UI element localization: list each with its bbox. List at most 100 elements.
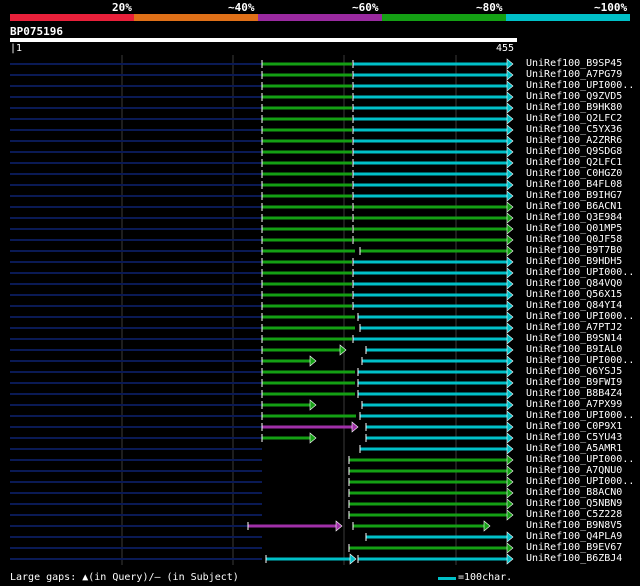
- hit-label[interactable]: UniRef100_UPI000..: [526, 476, 634, 487]
- hit-label[interactable]: UniRef100_Q4PLA9: [526, 531, 622, 542]
- identity-color-legend: 20% ~40% ~60% ~80% ~100%: [0, 0, 640, 24]
- hit-label[interactable]: UniRef100_Q01MP5: [526, 223, 622, 234]
- segment-arrow: [506, 190, 514, 202]
- hit-label[interactable]: UniRef100_Q5NBN9: [526, 498, 622, 509]
- hit-label[interactable]: UniRef100_B9IHG7: [526, 190, 622, 201]
- gaps-legend-note: Large gaps: ▲(in Query)/‒ (in Subject): [10, 572, 239, 583]
- hit-label[interactable]: UniRef100_B9T7B0: [526, 245, 622, 256]
- hit-label[interactable]: UniRef100_A7QNU0: [526, 465, 622, 476]
- hit-label[interactable]: UniRef100_A7PTJ2: [526, 322, 622, 333]
- segment-arrow: [506, 443, 514, 455]
- hit-label[interactable]: UniRef100_B8ACN0: [526, 487, 622, 498]
- hit-label[interactable]: UniRef100_A7PX99: [526, 399, 622, 410]
- hit-label[interactable]: UniRef100_UPI000..: [526, 311, 634, 322]
- segment-arrow: [506, 289, 514, 301]
- hit-label[interactable]: UniRef100_B9HK80: [526, 102, 622, 113]
- segment-arrow: [506, 113, 514, 125]
- segment-arrow: [506, 366, 514, 378]
- segment-arrow: [506, 300, 514, 312]
- ruler-start-value: 1: [16, 43, 23, 54]
- segment-arrow: [506, 80, 514, 92]
- hit-label[interactable]: UniRef100_B9SN14: [526, 333, 622, 344]
- segment-arrow: [506, 135, 514, 147]
- scale-note: =100char.: [458, 572, 513, 583]
- segment-arrow: [506, 168, 514, 180]
- segment-arrow: [506, 355, 514, 367]
- hit-label[interactable]: UniRef100_Q56X15: [526, 289, 622, 300]
- legend-label-100: ~100%: [594, 1, 628, 14]
- hit-label[interactable]: UniRef100_A2ZRR6: [526, 135, 622, 146]
- hit-label[interactable]: UniRef100_Q6YSJ5: [526, 366, 622, 377]
- legend-segment-red: [10, 14, 134, 21]
- segment-arrow: [506, 454, 514, 466]
- hit-label[interactable]: UniRef100_C0P9X1: [526, 421, 622, 432]
- hit-label[interactable]: UniRef100_UPI000..: [526, 355, 634, 366]
- hit-label[interactable]: UniRef100_Q3E984: [526, 212, 622, 223]
- hit-label[interactable]: UniRef100_B9HDH5: [526, 256, 622, 267]
- hit-label[interactable]: UniRef100_Q2LFC1: [526, 157, 622, 168]
- hit-label[interactable]: UniRef100_C5YU43: [526, 432, 622, 443]
- segment-arrow: [506, 553, 514, 565]
- segment-arrow: [506, 531, 514, 543]
- segment-arrow: [506, 509, 514, 521]
- segment-arrow: [506, 410, 514, 422]
- segment-arrow: [506, 256, 514, 268]
- hit-label[interactable]: UniRef100_UPI000..: [526, 80, 634, 91]
- legend-segment-purple: [258, 14, 382, 21]
- segment-arrow: [506, 333, 514, 345]
- segment-arrow: [506, 146, 514, 158]
- hit-label[interactable]: UniRef100_Q2LFC2: [526, 113, 622, 124]
- hit-label[interactable]: UniRef100_A5AMR1: [526, 443, 622, 454]
- segment-arrow: [506, 421, 514, 433]
- segment-arrow: [506, 377, 514, 389]
- hit-label[interactable]: UniRef100_B8B4Z4: [526, 388, 622, 399]
- segment-arrow: [506, 399, 514, 411]
- legend-label-60: ~60%: [352, 1, 379, 14]
- segment-arrow: [309, 399, 317, 411]
- legend-label-40: ~40%: [228, 1, 255, 14]
- legend-segment-cyan: [506, 14, 630, 21]
- segment-arrow: [483, 520, 491, 532]
- segment-arrow: [351, 421, 359, 433]
- hit-label[interactable]: UniRef100_UPI000..: [526, 410, 634, 421]
- segment-arrow: [506, 465, 514, 477]
- segment-arrow: [506, 322, 514, 334]
- hit-label[interactable]: UniRef100_C5YX36: [526, 124, 622, 135]
- segment-arrow: [506, 542, 514, 554]
- hit-label[interactable]: UniRef100_Q9SDG8: [526, 146, 622, 157]
- hit-label[interactable]: UniRef100_Q84YI4: [526, 300, 622, 311]
- hit-label[interactable]: UniRef100_UPI000..: [526, 454, 634, 465]
- segment-arrow: [339, 344, 347, 356]
- hit-label[interactable]: UniRef100_B9FWI9: [526, 377, 622, 388]
- segment-arrow: [506, 91, 514, 103]
- segment-arrow: [506, 179, 514, 191]
- legend-segment-green: [382, 14, 506, 21]
- segment-arrow: [506, 201, 514, 213]
- segment-arrow: [349, 553, 357, 565]
- segment-arrow: [506, 344, 514, 356]
- hit-label[interactable]: UniRef100_C5Z228: [526, 509, 622, 520]
- hit-label[interactable]: UniRef100_A7PG79: [526, 69, 622, 80]
- hit-label[interactable]: UniRef100_B9IAL0: [526, 344, 622, 355]
- segment-arrow: [506, 487, 514, 499]
- segment-arrow: [506, 58, 514, 70]
- hit-label[interactable]: UniRef100_B9SP45: [526, 58, 622, 69]
- hit-label[interactable]: UniRef100_UPI000..: [526, 267, 634, 278]
- hit-label[interactable]: UniRef100_B6ZBJ4: [526, 553, 622, 564]
- scale-swatch: [438, 577, 456, 580]
- hit-label[interactable]: UniRef100_Q84VQ0: [526, 278, 622, 289]
- legend-segment-orange: [134, 14, 258, 21]
- hit-label[interactable]: UniRef100_Q0JF58: [526, 234, 622, 245]
- hit-label[interactable]: UniRef100_C0HGZ0: [526, 168, 622, 179]
- hit-label[interactable]: UniRef100_B6ACN1: [526, 201, 622, 212]
- query-ruler: [10, 38, 517, 42]
- hit-label[interactable]: UniRef100_B4FL08: [526, 179, 622, 190]
- segment-arrow: [506, 278, 514, 290]
- ruler-end: 455: [496, 43, 515, 54]
- hit-label[interactable]: UniRef100_B9N8V5: [526, 520, 622, 531]
- hit-label[interactable]: UniRef100_Q9ZVD5: [526, 91, 622, 102]
- segment-arrow: [506, 476, 514, 488]
- segment-arrow: [506, 311, 514, 323]
- hit-label[interactable]: UniRef100_B9EV67: [526, 542, 622, 553]
- segment-arrow: [506, 223, 514, 235]
